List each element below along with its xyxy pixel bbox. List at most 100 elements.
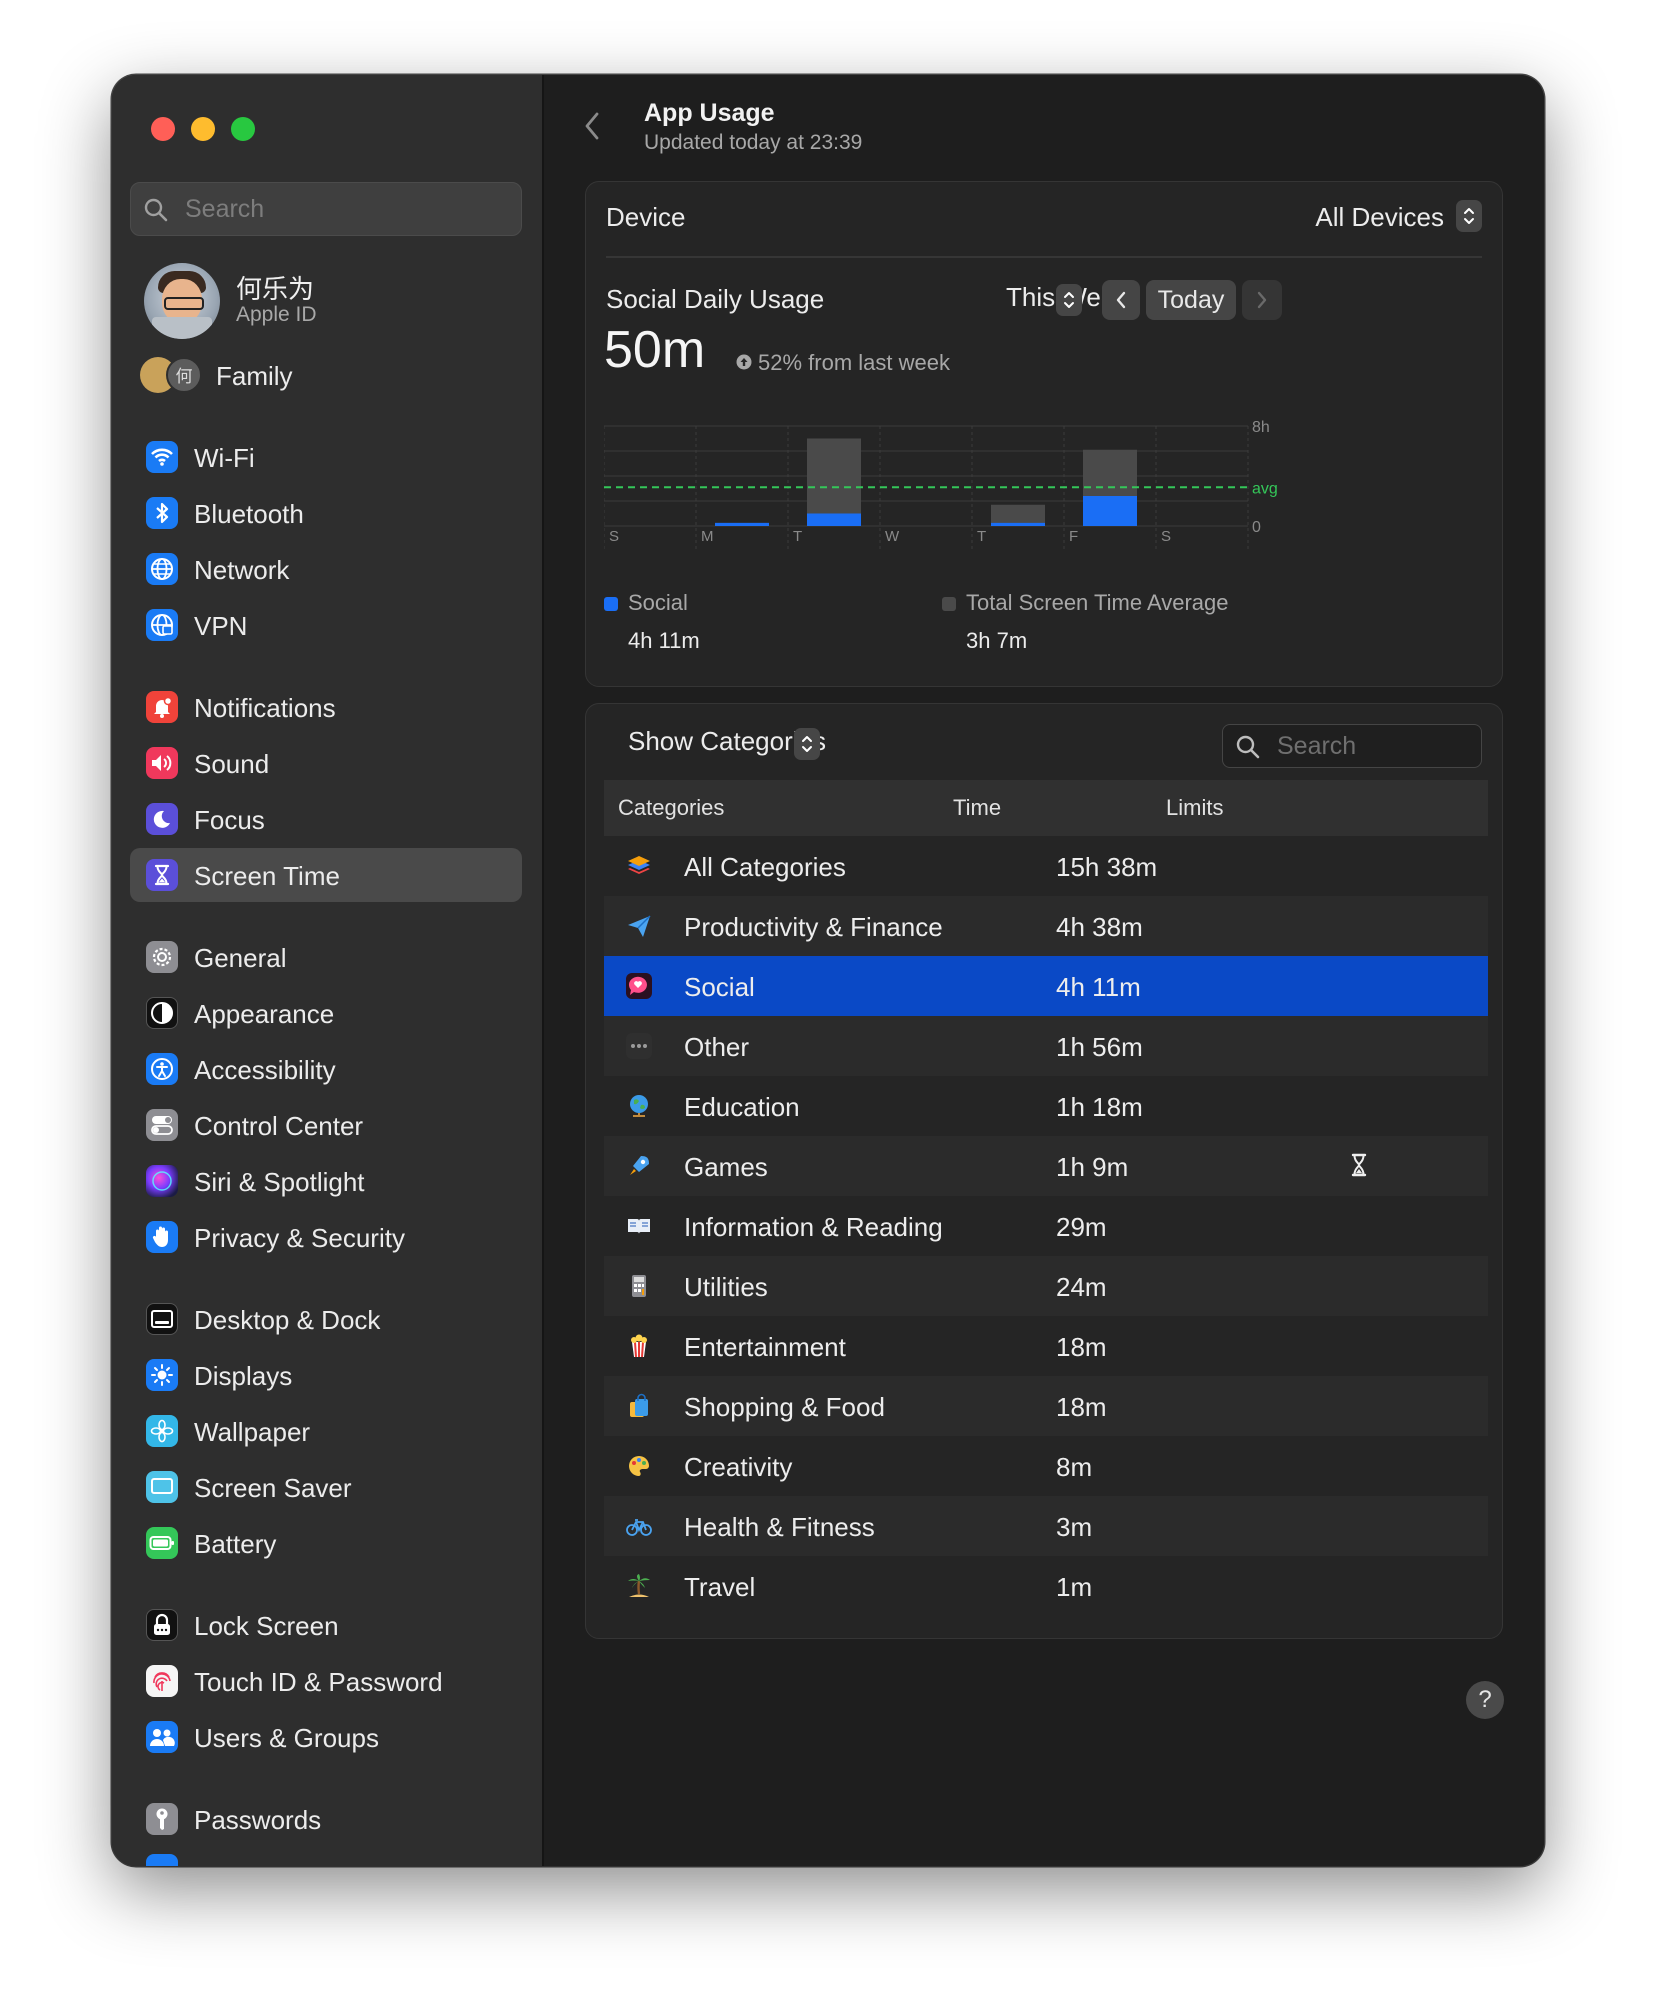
dock-icon [146, 1303, 178, 1335]
toggles-icon [146, 1109, 178, 1141]
fingerprint-icon [146, 1665, 178, 1697]
window-controls [151, 117, 255, 141]
sidebar-item-screen-time[interactable]: Screen Time [130, 848, 522, 902]
category-name: Entertainment [684, 1332, 846, 1362]
category-time: 3m [1056, 1512, 1093, 1542]
help-button[interactable]: ? [1466, 1681, 1504, 1719]
device-select-stepper[interactable] [1456, 200, 1482, 232]
usage-value: 50m [604, 321, 706, 379]
category-time: 24m [1056, 1272, 1107, 1302]
average-label: avg [1252, 480, 1278, 497]
appearance-icon [146, 997, 178, 1029]
sidebar-item-lock-screen[interactable]: Lock Screen [130, 1598, 522, 1652]
table-row[interactable]: Social 4h 11m [604, 956, 1488, 1016]
category-name: Other [684, 1032, 750, 1062]
period-select-stepper[interactable] [1056, 284, 1082, 316]
table-row[interactable]: All Categories 15h 38m [604, 836, 1488, 896]
table-row[interactable]: Entertainment 18m [604, 1316, 1488, 1376]
sidebar-item-network[interactable]: Network [130, 542, 522, 596]
table-row[interactable]: Other 1h 56m [604, 1016, 1488, 1076]
categories-card: Show Categories Search Categories Time L… [585, 703, 1503, 1639]
sidebar-item-label: Users & Groups [194, 1723, 379, 1753]
sidebar-item-wifi[interactable]: Wi-Fi [130, 430, 522, 484]
close-button[interactable] [151, 117, 175, 141]
show-categories-stepper[interactable] [794, 728, 820, 760]
lock-icon [146, 1609, 178, 1641]
sidebar-item-battery[interactable]: Battery [130, 1516, 522, 1570]
vpn-globe-icon [146, 609, 178, 641]
avatar [144, 263, 220, 339]
table-row[interactable]: Travel 1m [604, 1556, 1488, 1616]
sidebar-item-sound[interactable]: Sound [130, 736, 522, 790]
sidebar-item-screen-saver[interactable]: Screen Saver [130, 1460, 522, 1514]
speaker-icon [146, 747, 178, 779]
sidebar-item-siri[interactable]: Siri & Spotlight [130, 1154, 522, 1208]
family-avatar-initial: 何 [166, 357, 202, 393]
profile-subtitle: Apple ID [236, 303, 317, 326]
palm-tree-icon [622, 1569, 656, 1603]
sidebar-item-focus[interactable]: Focus [130, 792, 522, 846]
table-row[interactable]: Games 1h 9m [604, 1136, 1488, 1196]
search-icon [1235, 734, 1261, 765]
x-tick-label: S [1161, 528, 1171, 545]
sidebar-item-touch-id[interactable]: Touch ID & Password [130, 1654, 522, 1708]
search-placeholder: Search [185, 195, 265, 223]
usage-label: Social Daily Usage [606, 284, 825, 314]
sidebar-item-partial-icon [146, 1854, 178, 1866]
legend-average: Total Screen Time Average [942, 590, 1229, 616]
column-header-time[interactable]: Time [953, 795, 1001, 821]
paper-plane-icon [622, 909, 656, 943]
sidebar-item-appearance[interactable]: Appearance [130, 986, 522, 1040]
back-button[interactable] [584, 111, 600, 146]
apple-id-profile[interactable]: 何乐为 Apple ID [144, 263, 524, 343]
category-time: 8m [1056, 1452, 1093, 1482]
minimize-button[interactable] [191, 117, 215, 141]
sidebar-item-control-center[interactable]: Control Center [130, 1098, 522, 1152]
zoom-button[interactable] [231, 117, 255, 141]
column-header-limits[interactable]: Limits [1166, 795, 1223, 821]
category-name: Social [684, 972, 755, 1002]
x-tick-label: F [1069, 528, 1078, 545]
table-row[interactable]: Education 1h 18m [604, 1076, 1488, 1136]
settings-window: Search 何乐为 Apple ID 何 Family Wi-Fi Bluet [112, 75, 1544, 1866]
column-header-categories[interactable]: Categories [618, 795, 724, 821]
moon-icon [146, 803, 178, 835]
category-time: 29m [1056, 1212, 1107, 1242]
table-row[interactable]: Utilities 24m [604, 1256, 1488, 1316]
sidebar-item-notifications[interactable]: Notifications [130, 680, 522, 734]
legend-swatch [942, 597, 956, 611]
sidebar-item-family[interactable]: 何 Family [140, 355, 520, 399]
sidebar-item-vpn[interactable]: VPN [130, 598, 522, 652]
sidebar-item-displays[interactable]: Displays [130, 1348, 522, 1402]
sidebar-item-wallpaper[interactable]: Wallpaper [130, 1404, 522, 1458]
category-name: Games [684, 1152, 768, 1182]
page-subtitle: Updated today at 23:39 [644, 131, 863, 154]
table-row[interactable]: Productivity & Finance 4h 38m [604, 896, 1488, 956]
key-icon [146, 1803, 178, 1835]
category-name: Productivity & Finance [684, 912, 943, 942]
table-row[interactable]: Shopping & Food 18m [604, 1376, 1488, 1436]
category-name: Creativity [684, 1452, 793, 1482]
table-row[interactable]: Information & Reading 29m [604, 1196, 1488, 1256]
bar-total [991, 504, 1045, 526]
sidebar-item-users-groups[interactable]: Users & Groups [130, 1710, 522, 1764]
sidebar-item-desktop-dock[interactable]: Desktop & Dock [130, 1292, 522, 1346]
today-button[interactable]: Today [1146, 280, 1236, 320]
sidebar-search-input[interactable]: Search [130, 182, 522, 236]
sidebar-item-passwords[interactable]: Passwords [130, 1792, 522, 1846]
sidebar-item-label: Wi-Fi [194, 443, 255, 473]
sidebar-item-bluetooth[interactable]: Bluetooth [130, 486, 522, 540]
sidebar-item-privacy[interactable]: Privacy & Security [130, 1210, 522, 1264]
categories-search-input[interactable]: Search [1222, 724, 1482, 768]
device-select[interactable]: All Devices [1315, 202, 1444, 233]
chat-heart-icon [622, 969, 656, 1003]
search-icon [143, 197, 169, 228]
table-row[interactable]: Creativity 8m [604, 1436, 1488, 1496]
table-row[interactable]: Health & Fitness 3m [604, 1496, 1488, 1556]
category-name: Education [684, 1092, 800, 1122]
next-week-button[interactable] [1242, 280, 1282, 320]
sidebar-item-general[interactable]: General [130, 930, 522, 984]
previous-week-button[interactable] [1102, 280, 1140, 320]
usage-card: Device All Devices Social Daily Usage 50… [585, 181, 1503, 687]
sidebar-item-accessibility[interactable]: Accessibility [130, 1042, 522, 1096]
